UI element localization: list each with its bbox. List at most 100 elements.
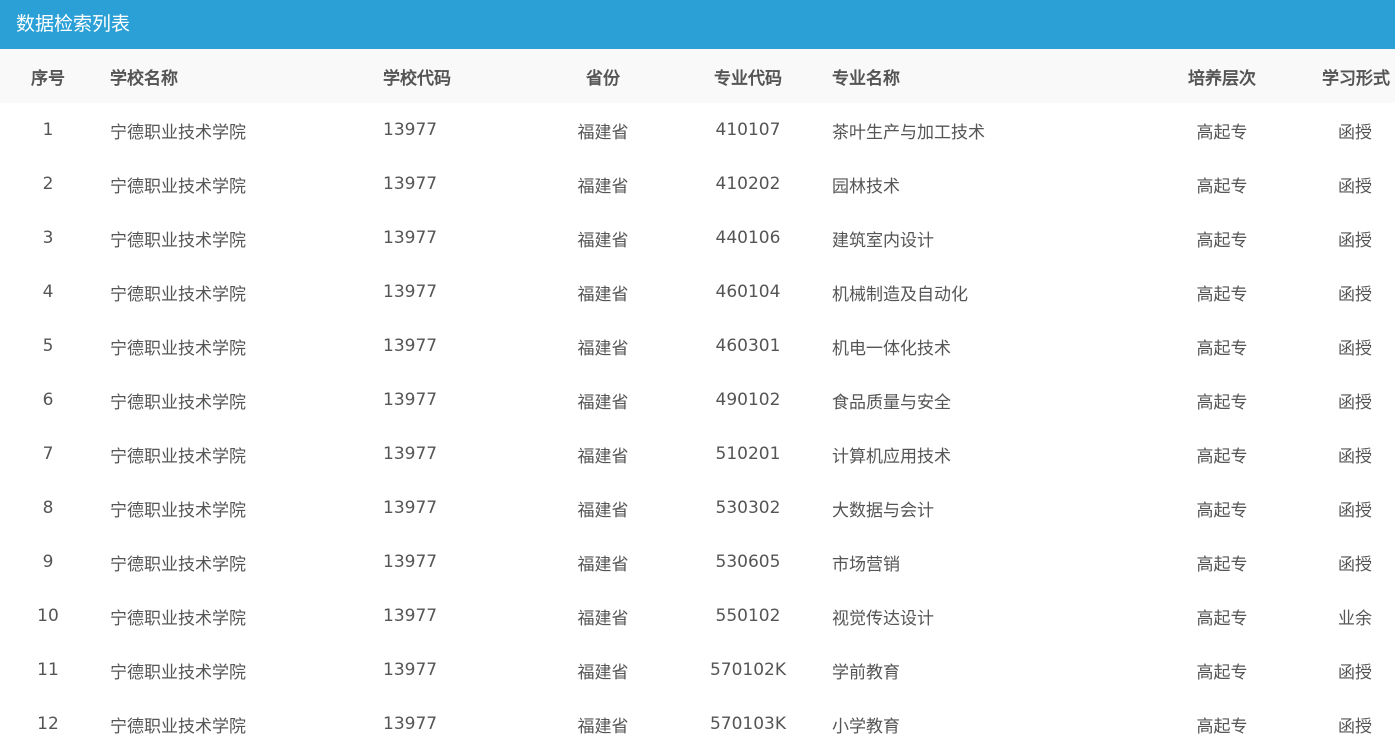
cell-school-code: 13977: [383, 174, 438, 194]
table-header: 序号 学校名称 学校代码 省份 专业代码 专业名称 培养层次 学习形式: [0, 49, 1395, 103]
cell-school-code: 13977: [383, 390, 438, 410]
cell-province: 福建省: [577, 230, 629, 251]
cell-province: 福建省: [577, 284, 629, 305]
cell-level: 高起专: [1196, 554, 1248, 575]
column-header-province: 省份: [586, 68, 620, 89]
table-row: 7 宁德职业技术学院 13977 福建省 510201 计算机应用技术 高起专 函授: [0, 427, 1395, 481]
cell-major-name: 计算机应用技术: [832, 446, 951, 467]
cell-index: 4: [42, 282, 54, 302]
cell-study-form: 函授: [1338, 230, 1372, 251]
cell-school-name: 宁德职业技术学院: [110, 500, 246, 521]
cell-study-form: 函授: [1338, 554, 1372, 575]
cell-study-form: 函授: [1338, 338, 1372, 359]
cell-school-code: 13977: [383, 282, 438, 302]
cell-school-name: 宁德职业技术学院: [110, 608, 246, 629]
cell-school-code: 13977: [383, 498, 438, 518]
cell-level: 高起专: [1196, 608, 1248, 629]
cell-school-code: 13977: [383, 552, 438, 572]
cell-index: 11: [37, 660, 59, 680]
cell-major-code: 460301: [715, 336, 781, 356]
cell-major-name: 视觉传达设计: [832, 608, 934, 629]
cell-level: 高起专: [1196, 338, 1248, 359]
cell-province: 福建省: [577, 338, 629, 359]
table-row: 12 宁德职业技术学院 13977 福建省 570103K 小学教育 高起专 函授: [0, 697, 1395, 750]
cell-level: 高起专: [1196, 716, 1248, 737]
table-body: 1 宁德职业技术学院 13977 福建省 410107 茶叶生产与加工技术 高起专 函授 2 宁德…: [0, 103, 1395, 750]
cell-major-name: 小学教育: [832, 716, 900, 737]
cell-level: 高起专: [1196, 662, 1248, 683]
data-table: 序号 学校名称 学校代码 省份 专业代码 专业名称 培养层次 学习形式 1 宁德职…: [0, 49, 1395, 750]
cell-major-code: 490102: [715, 390, 781, 410]
table-row: 9 宁德职业技术学院 13977 福建省 530605 市场营销 高起专 函授: [0, 535, 1395, 589]
cell-index: 7: [42, 444, 54, 464]
cell-index: 1: [42, 120, 54, 140]
cell-major-code: 530302: [715, 498, 781, 518]
cell-major-code: 510201: [715, 444, 781, 464]
cell-major-name: 大数据与会计: [832, 500, 934, 521]
table-row: 11 宁德职业技术学院 13977 福建省 570102K 学前教育 高起专 函授: [0, 643, 1395, 697]
cell-school-name: 宁德职业技术学院: [110, 230, 246, 251]
cell-study-form: 函授: [1338, 122, 1372, 143]
cell-school-code: 13977: [383, 660, 438, 680]
cell-school-name: 宁德职业技术学院: [110, 338, 246, 359]
cell-province: 福建省: [577, 446, 629, 467]
cell-index: 3: [42, 228, 54, 248]
cell-school-code: 13977: [383, 444, 438, 464]
table-row: 10 宁德职业技术学院 13977 福建省 550102 视觉传达设计 高起专 业余: [0, 589, 1395, 643]
cell-school-name: 宁德职业技术学院: [110, 284, 246, 305]
data-search-panel: 数据检索列表 序号 学校名称 学校代码 省份 专业代码 专业名称 培养层次 学习…: [0, 0, 1395, 750]
cell-study-form: 函授: [1338, 392, 1372, 413]
cell-province: 福建省: [577, 392, 629, 413]
cell-school-code: 13977: [383, 120, 438, 140]
table-header-row: 序号 学校名称 学校代码 省份 专业代码 专业名称 培养层次 学习形式: [0, 49, 1395, 103]
cell-province: 福建省: [577, 716, 629, 737]
cell-province: 福建省: [577, 500, 629, 521]
cell-study-form: 函授: [1338, 284, 1372, 305]
cell-school-code: 13977: [383, 228, 438, 248]
cell-school-code: 13977: [383, 606, 438, 626]
table-row: 4 宁德职业技术学院 13977 福建省 460104 机械制造及自动化 高起专 函授: [0, 265, 1395, 319]
cell-major-name: 食品质量与安全: [832, 392, 951, 413]
cell-province: 福建省: [577, 122, 629, 143]
cell-level: 高起专: [1196, 284, 1248, 305]
table-row: 3 宁德职业技术学院 13977 福建省 440106 建筑室内设计 高起专 函授: [0, 211, 1395, 265]
cell-study-form: 函授: [1338, 446, 1372, 467]
cell-province: 福建省: [577, 662, 629, 683]
cell-major-name: 学前教育: [832, 662, 900, 683]
cell-index: 12: [37, 714, 59, 734]
cell-province: 福建省: [577, 176, 629, 197]
cell-index: 10: [37, 606, 59, 626]
cell-level: 高起专: [1196, 176, 1248, 197]
cell-major-name: 市场营销: [832, 554, 900, 575]
table-row: 2 宁德职业技术学院 13977 福建省 410202 园林技术 高起专 函授: [0, 157, 1395, 211]
cell-school-name: 宁德职业技术学院: [110, 716, 246, 737]
cell-index: 5: [42, 336, 54, 356]
cell-school-code: 13977: [383, 336, 438, 356]
cell-major-code: 550102: [715, 606, 781, 626]
cell-level: 高起专: [1196, 122, 1248, 143]
column-header-major-name: 专业名称: [832, 68, 900, 89]
cell-index: 8: [42, 498, 54, 518]
cell-major-code: 570103K: [709, 714, 787, 734]
cell-major-code: 440106: [715, 228, 781, 248]
cell-school-name: 宁德职业技术学院: [110, 662, 246, 683]
cell-province: 福建省: [577, 608, 629, 629]
column-header-index: 序号: [31, 68, 65, 89]
cell-study-form: 函授: [1338, 716, 1372, 737]
table-row: 1 宁德职业技术学院 13977 福建省 410107 茶叶生产与加工技术 高起专 函授: [0, 103, 1395, 157]
cell-major-name: 建筑室内设计: [832, 230, 934, 251]
cell-major-name: 园林技术: [832, 176, 900, 197]
cell-study-form: 函授: [1338, 500, 1372, 521]
cell-school-name: 宁德职业技术学院: [110, 446, 246, 467]
cell-major-name: 茶叶生产与加工技术: [832, 122, 985, 143]
cell-school-name: 宁德职业技术学院: [110, 392, 246, 413]
column-header-level: 培养层次: [1188, 68, 1256, 89]
table-row: 6 宁德职业技术学院 13977 福建省 490102 食品质量与安全 高起专 函授: [0, 373, 1395, 427]
cell-school-name: 宁德职业技术学院: [110, 122, 246, 143]
table-row: 5 宁德职业技术学院 13977 福建省 460301 机电一体化技术 高起专 函授: [0, 319, 1395, 373]
cell-major-code: 530605: [715, 552, 781, 572]
cell-index: 2: [42, 174, 54, 194]
cell-index: 9: [42, 552, 54, 572]
cell-province: 福建省: [577, 554, 629, 575]
cell-level: 高起专: [1196, 446, 1248, 467]
